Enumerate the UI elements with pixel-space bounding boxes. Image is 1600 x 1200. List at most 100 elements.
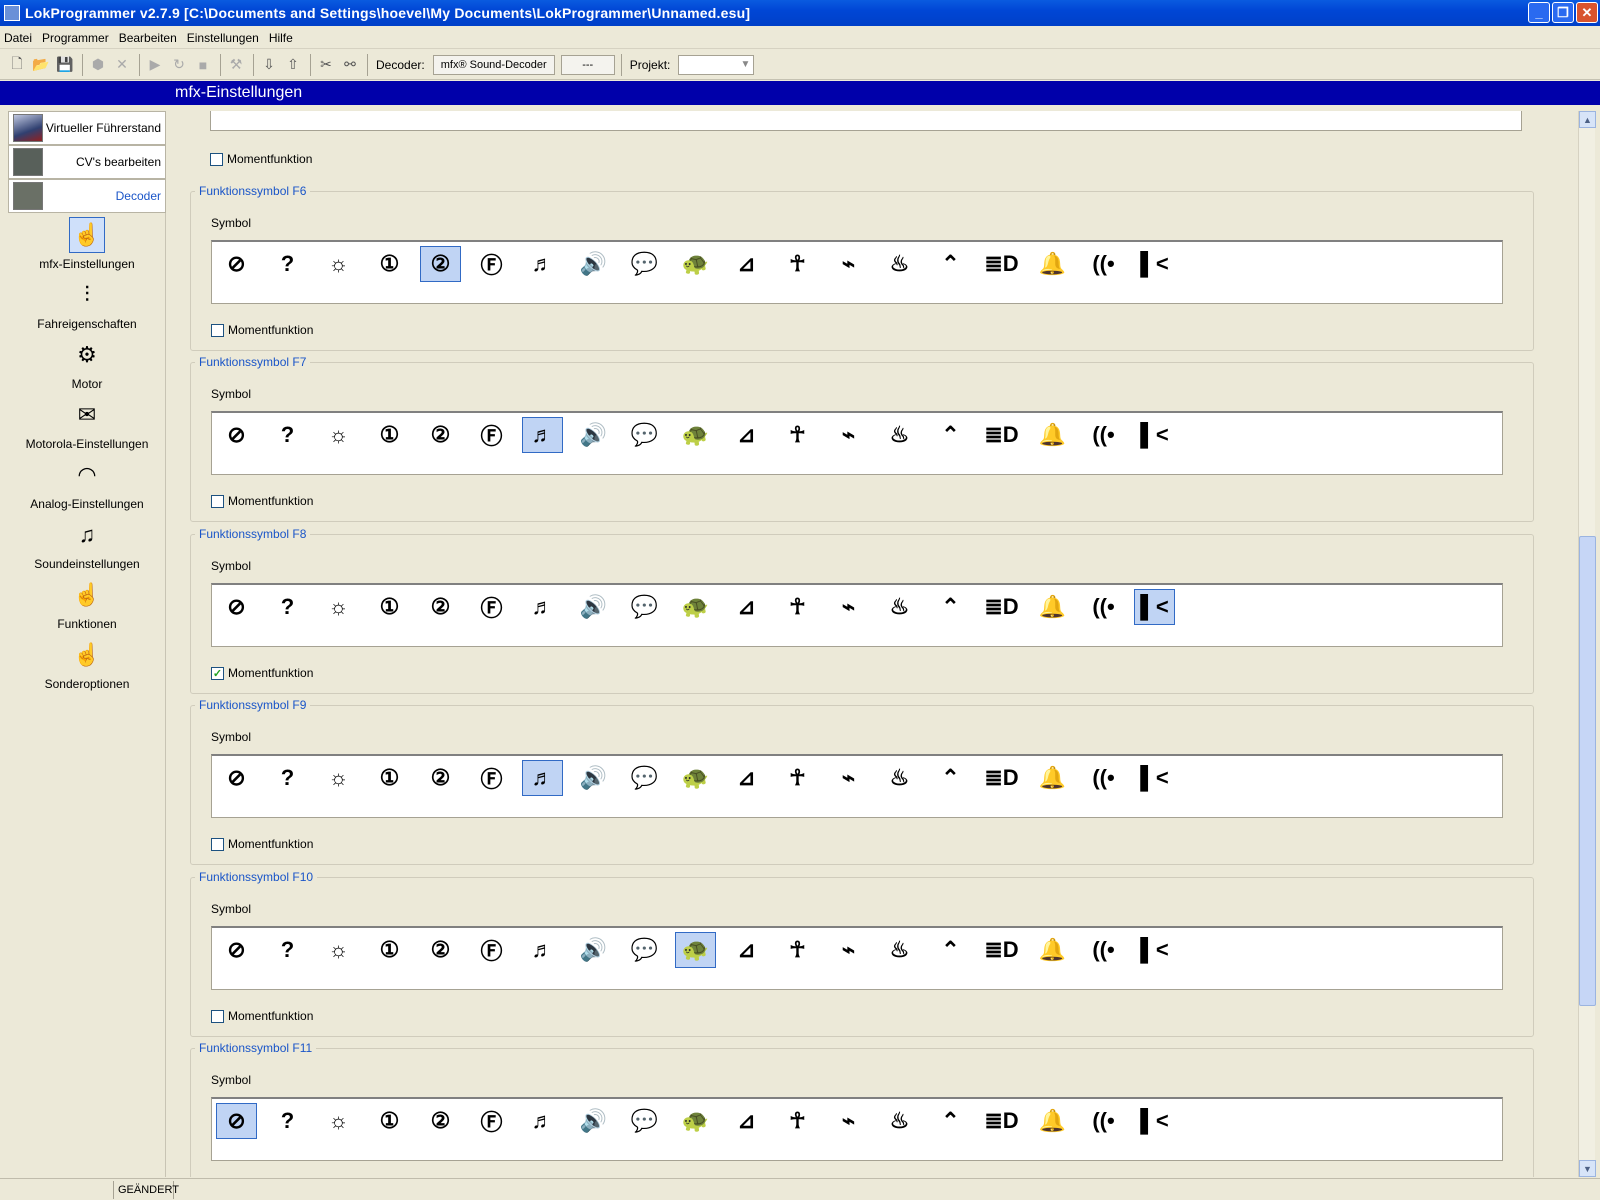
coupler-symbol-icon[interactable]: ⊿ [726, 1103, 767, 1139]
none-symbol-icon[interactable]: ⊘ [216, 589, 257, 625]
rail-break-symbol-icon[interactable]: ⌁ [828, 760, 869, 796]
whistle-symbol-icon[interactable]: ((• [1083, 932, 1124, 968]
sidebar-item-analog-einstellungen[interactable]: ◠ Analog-Einstellungen [8, 455, 166, 515]
sidebar-item-decoder[interactable]: Decoder [8, 179, 166, 213]
speaker-symbol-icon[interactable]: 🔊 [573, 589, 614, 625]
disconnect-icon[interactable]: ✕ [111, 54, 133, 76]
sidebar-item-virtueller-fuehrerstand[interactable]: Virtueller Führerstand [8, 111, 166, 145]
person-symbol-icon[interactable]: ☥ [777, 417, 818, 453]
speaker-symbol-icon[interactable]: 🔊 [573, 417, 614, 453]
cab-light-symbol-icon[interactable]: ▌< [1134, 932, 1175, 968]
question-symbol-icon[interactable]: ? [267, 1103, 308, 1139]
bell-symbol-icon[interactable]: 🔔 [1032, 1103, 1073, 1139]
scroll-down-icon[interactable]: ▼ [1579, 1160, 1596, 1177]
light-symbol-icon[interactable]: ☼ [318, 589, 359, 625]
headlight-symbol-icon[interactable]: ≣D [981, 760, 1022, 796]
scroll-up-icon[interactable]: ▲ [1579, 111, 1596, 128]
moment-function-row[interactable]: Momentfunktion [211, 494, 313, 508]
tools-icon[interactable]: ✂ [315, 54, 337, 76]
moment-checkbox[interactable] [211, 494, 224, 508]
close-button[interactable]: ✕ [1576, 2, 1598, 23]
moment-function-row[interactable]: Momentfunktion [211, 837, 313, 851]
stop-icon[interactable]: ■ [192, 54, 214, 76]
whistle-symbol-icon[interactable]: ((• [1083, 760, 1124, 796]
maximize-button[interactable]: ❐ [1552, 2, 1574, 23]
none-symbol-icon[interactable]: ⊘ [216, 1103, 257, 1139]
sidebar-item-sonderoptionen[interactable]: ☝ Sonderoptionen [8, 635, 166, 695]
pantograph-symbol-icon[interactable]: ⌃ [930, 246, 971, 282]
bell-symbol-icon[interactable]: 🔔 [1032, 932, 1073, 968]
question-symbol-icon[interactable]: ? [267, 589, 308, 625]
bell-symbol-icon[interactable]: 🔔 [1032, 417, 1073, 453]
speaker-symbol-icon[interactable]: 🔊 [573, 932, 614, 968]
headlight-symbol-icon[interactable]: ≣D [981, 589, 1022, 625]
speech-symbol-icon[interactable]: 💬 [624, 760, 665, 796]
bell-symbol-icon[interactable]: 🔔 [1032, 589, 1073, 625]
sidebar-item-cvs-bearbeiten[interactable]: CV's bearbeiten [8, 145, 166, 179]
speech-symbol-icon[interactable]: 💬 [624, 417, 665, 453]
speaker-symbol-icon[interactable]: 🔊 [573, 246, 614, 282]
speech-symbol-icon[interactable]: 💬 [624, 1103, 665, 1139]
link-icon[interactable]: ⚯ [339, 54, 361, 76]
rail-break-symbol-icon[interactable]: ⌁ [828, 417, 869, 453]
headlight-symbol-icon[interactable]: ≣D [981, 1103, 1022, 1139]
pantograph-symbol-icon[interactable]: ⌃ [930, 417, 971, 453]
save-icon[interactable]: 💾 [54, 54, 76, 76]
rail-break-symbol-icon[interactable]: ⌁ [828, 932, 869, 968]
coupler-symbol-icon[interactable]: ⊿ [726, 417, 767, 453]
sidebar-item-funktionen[interactable]: ☝ Funktionen [8, 575, 166, 635]
turtle-symbol-icon[interactable]: 🐢 [675, 417, 716, 453]
F-symbol-icon[interactable]: Ⓕ [471, 1103, 512, 1139]
turtle-symbol-icon[interactable]: 🐢 [675, 589, 716, 625]
speech-symbol-icon[interactable]: 💬 [624, 932, 665, 968]
pantograph-symbol-icon[interactable]: ⌃ [930, 1103, 971, 1139]
rail-break-symbol-icon[interactable]: ⌁ [828, 1103, 869, 1139]
F-symbol-icon[interactable]: Ⓕ [471, 932, 512, 968]
light-2-symbol-icon[interactable]: ② [420, 932, 461, 968]
decoder-type-field[interactable]: mfx® Sound-Decoder [432, 54, 555, 75]
cab-light-symbol-icon[interactable]: ▌< [1134, 589, 1175, 625]
light-symbol-icon[interactable]: ☼ [318, 246, 359, 282]
whistle-symbol-icon[interactable]: ((• [1083, 1103, 1124, 1139]
moment-function-row[interactable]: ✓ Momentfunktion [211, 666, 313, 680]
person-symbol-icon[interactable]: ☥ [777, 589, 818, 625]
coupler-symbol-icon[interactable]: ⊿ [726, 932, 767, 968]
whistle-symbol-icon[interactable]: ((• [1083, 246, 1124, 282]
moment-checkbox[interactable]: ✓ [211, 666, 224, 680]
headlight-symbol-icon[interactable]: ≣D [981, 417, 1022, 453]
person-symbol-icon[interactable]: ☥ [777, 760, 818, 796]
light-2-symbol-icon[interactable]: ② [420, 760, 461, 796]
new-file-icon[interactable]: 🗋 [6, 54, 28, 76]
sidebar-item-fahreigenschaften[interactable]: ⫶ Fahreigenschaften [8, 275, 166, 335]
pantograph-symbol-icon[interactable]: ⌃ [930, 760, 971, 796]
menu-einstellungen[interactable]: Einstellungen [187, 31, 259, 45]
headlight-symbol-icon[interactable]: ≣D [981, 246, 1022, 282]
moment-function-row[interactable]: Momentfunktion [211, 1009, 313, 1023]
whistle-symbol-icon[interactable]: ((• [1083, 417, 1124, 453]
light-2-symbol-icon[interactable]: ② [420, 589, 461, 625]
play-icon[interactable]: ▶ [144, 54, 166, 76]
moment-checkbox[interactable] [210, 152, 223, 166]
sound-horn-symbol-icon[interactable]: ♬ [522, 932, 563, 968]
light-1-symbol-icon[interactable]: ① [369, 1103, 410, 1139]
menu-bearbeiten[interactable]: Bearbeiten [119, 31, 177, 45]
rail-break-symbol-icon[interactable]: ⌁ [828, 589, 869, 625]
light-1-symbol-icon[interactable]: ① [369, 417, 410, 453]
speech-symbol-icon[interactable]: 💬 [624, 246, 665, 282]
light-1-symbol-icon[interactable]: ① [369, 246, 410, 282]
read-decoder-icon[interactable]: ⇩ [258, 54, 280, 76]
sound-horn-symbol-icon[interactable]: ♬ [522, 589, 563, 625]
person-symbol-icon[interactable]: ☥ [777, 932, 818, 968]
light-2-symbol-icon[interactable]: ② [420, 246, 461, 282]
light-symbol-icon[interactable]: ☼ [318, 932, 359, 968]
vertical-scrollbar[interactable]: ▲ ▼ [1578, 111, 1596, 1177]
reload-icon[interactable]: ↻ [168, 54, 190, 76]
turtle-symbol-icon[interactable]: 🐢 [675, 246, 716, 282]
none-symbol-icon[interactable]: ⊘ [216, 932, 257, 968]
cab-light-symbol-icon[interactable]: ▌< [1134, 246, 1175, 282]
moment-checkbox[interactable] [211, 323, 224, 337]
bell-symbol-icon[interactable]: 🔔 [1032, 246, 1073, 282]
minimize-button[interactable]: _ [1528, 2, 1550, 23]
person-symbol-icon[interactable]: ☥ [777, 246, 818, 282]
pantograph-symbol-icon[interactable]: ⌃ [930, 589, 971, 625]
